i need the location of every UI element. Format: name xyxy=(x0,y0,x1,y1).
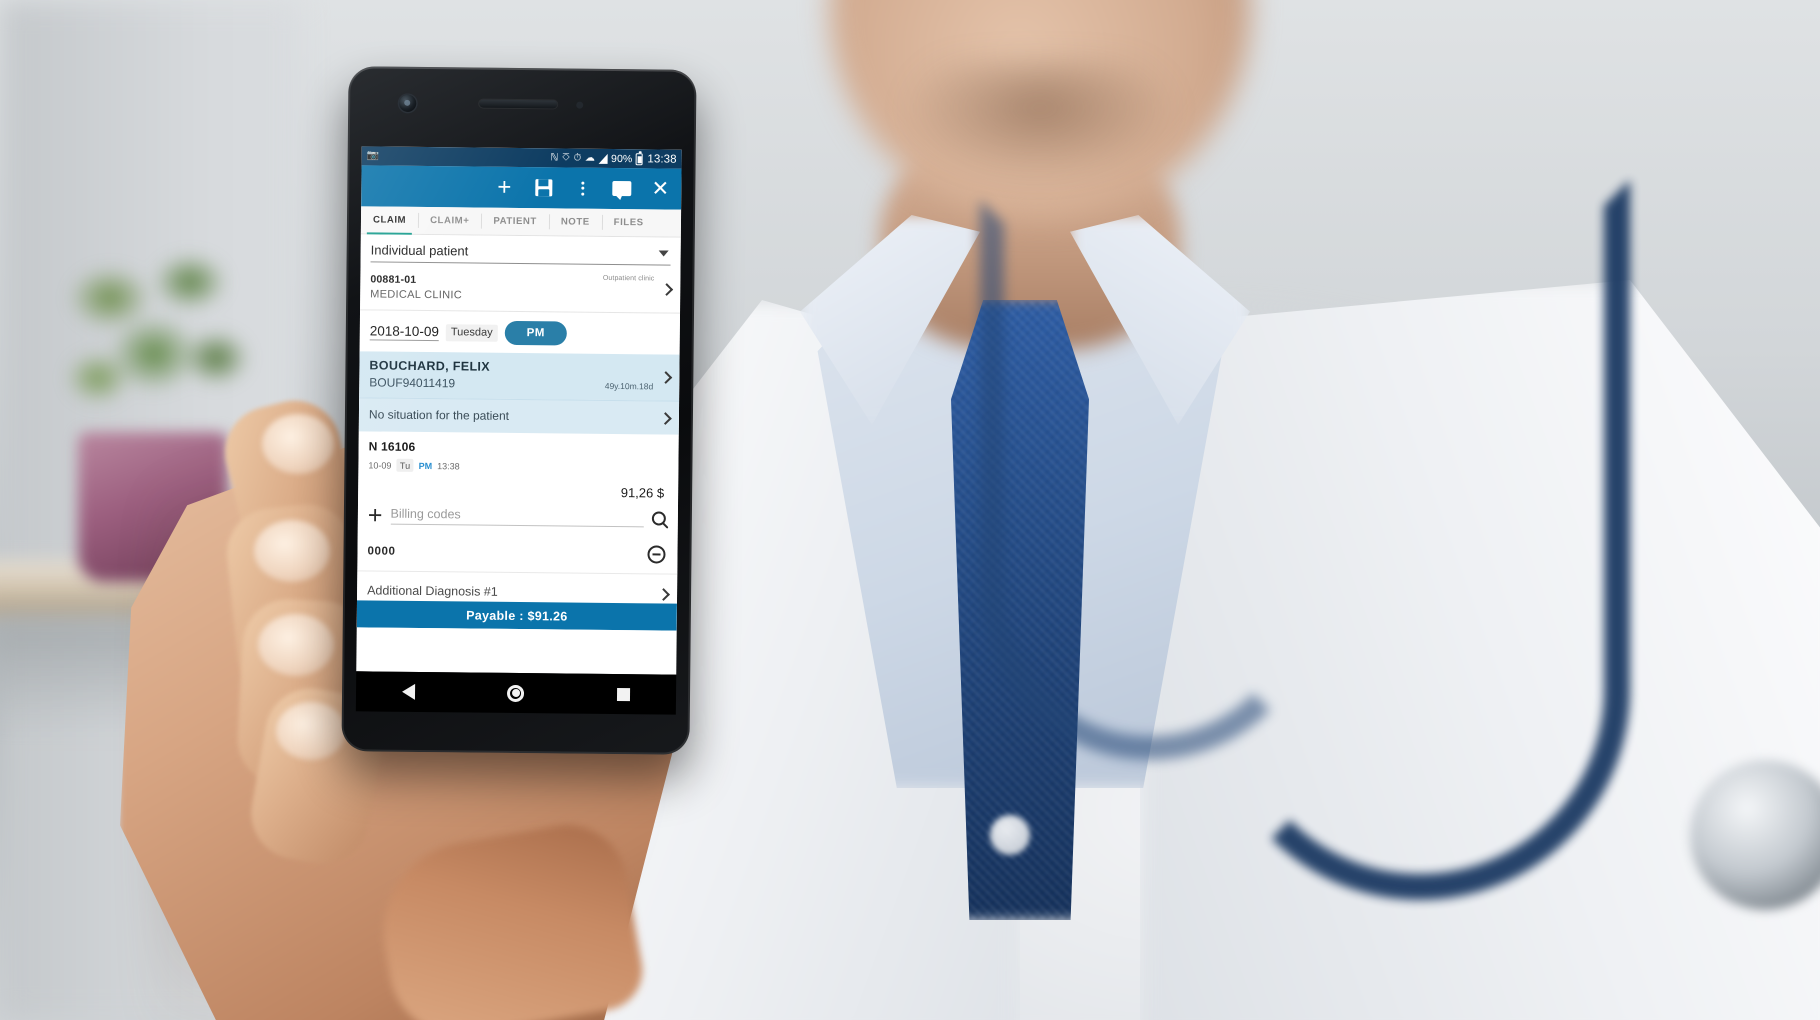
status-bar-left: 📷 xyxy=(366,149,551,163)
battery-percent: 90% xyxy=(610,152,633,165)
earpiece-speaker xyxy=(479,99,558,109)
home-button-icon[interactable] xyxy=(507,684,525,702)
close-icon: ✕ xyxy=(651,177,670,201)
wifi-icon: ☁ xyxy=(584,152,596,164)
add-billing-code-button[interactable]: + xyxy=(368,501,383,529)
billing-codes-input[interactable]: Billing codes xyxy=(390,506,644,528)
tab-claim[interactable]: CLAIM xyxy=(361,206,418,234)
tab-files[interactable]: FILES xyxy=(602,209,656,237)
coat-button xyxy=(990,815,1030,855)
clinic-name: MEDICAL CLINIC xyxy=(370,288,463,302)
plus-icon: + xyxy=(497,173,512,201)
save-button[interactable] xyxy=(532,177,554,199)
app-toolbar: + ✕ xyxy=(361,165,682,210)
claim-meta-period: PM xyxy=(418,460,433,471)
add-button[interactable]: + xyxy=(493,173,515,201)
claim-meta-date: 10-09 xyxy=(368,459,392,471)
chevron-down-icon xyxy=(658,249,669,257)
tab-claim-plus[interactable]: CLAIM+ xyxy=(418,207,482,235)
vibrate-icon: ⎏ xyxy=(561,151,571,164)
patient-row[interactable]: BOUCHARD, FELIX BOUF94011419 49y.10m.18d xyxy=(359,351,680,401)
tab-patient[interactable]: PATIENT xyxy=(481,208,549,236)
additional-diagnosis-label: Additional Diagnosis #1 xyxy=(367,583,498,599)
fingernail-index xyxy=(262,414,334,474)
clinic-row[interactable]: 00881-01 MEDICAL CLINIC Outpatient clini… xyxy=(360,262,681,314)
patient-type-dropdown[interactable]: Individual patient xyxy=(370,239,671,266)
payable-bar: Payable : $91.26 xyxy=(356,600,677,631)
situation-row[interactable]: No situation for the patient xyxy=(358,397,680,435)
billing-codes-row: + Billing codes xyxy=(358,501,678,536)
remove-circle-icon[interactable] xyxy=(647,545,666,564)
tab-note[interactable]: NOTE xyxy=(549,208,602,236)
chat-button[interactable] xyxy=(610,177,632,199)
close-button[interactable]: ✕ xyxy=(649,177,671,201)
status-bar-right: ℕ ⎏ ⏱ ☁ 90% 13:38 xyxy=(550,152,676,165)
code-value: 0000 xyxy=(367,545,396,558)
signal-icon xyxy=(598,153,608,164)
claim-meta-time: 13:38 xyxy=(437,460,460,471)
search-icon[interactable] xyxy=(651,511,666,526)
code-row: 0000 xyxy=(357,533,678,575)
speech-bubble-icon xyxy=(611,180,631,197)
doctor-chin-shadow xyxy=(900,60,1180,180)
date-field[interactable]: 2018-10-09 xyxy=(369,322,439,341)
period-toggle[interactable]: PM xyxy=(504,320,568,346)
weekday-label: Tuesday xyxy=(445,323,498,342)
claim-number: N 16106 xyxy=(368,439,416,454)
claim-meta: 10-09 Tu PM 13:38 xyxy=(368,458,668,474)
smartphone: 📷 ℕ ⎏ ⏱ ☁ 90% 13:38 + ✕ CLAIM CLAIM+ PAT… xyxy=(341,66,697,755)
back-button-icon[interactable] xyxy=(402,683,416,700)
recents-button-icon[interactable] xyxy=(616,687,630,701)
fingernail-little xyxy=(276,702,346,760)
nfc-icon: ℕ xyxy=(550,151,559,163)
clinic-type-label: Outpatient clinic xyxy=(602,274,655,283)
alarm-icon: ⏱ xyxy=(573,152,582,164)
screenshot-icon: 📷 xyxy=(366,149,380,162)
phone-screen: 📷 ℕ ⎏ ⏱ ☁ 90% 13:38 + ✕ CLAIM CLAIM+ PAT… xyxy=(356,146,682,675)
scene-root: 📷 ℕ ⎏ ⏱ ☁ 90% 13:38 + ✕ CLAIM CLAIM+ PAT… xyxy=(0,0,1820,1020)
chevron-right-icon-situation[interactable] xyxy=(659,411,672,425)
android-nav-bar xyxy=(355,671,677,715)
status-bar-clock: 13:38 xyxy=(647,152,677,166)
patient-age: 49y.10m.18d xyxy=(604,380,654,392)
fingernail-middle xyxy=(254,520,330,582)
patient-type-value: Individual patient xyxy=(370,242,469,259)
proximity-sensor-icon xyxy=(576,101,584,109)
stethoscope-cord xyxy=(1210,180,1630,900)
claim-form: Individual patient 00881-01 MEDICAL CLIN… xyxy=(356,234,681,631)
chevron-right-icon-diagnosis[interactable] xyxy=(657,587,670,601)
battery-icon xyxy=(635,152,643,165)
three-dots-icon xyxy=(580,181,584,196)
tab-bar: CLAIM CLAIM+ PATIENT NOTE FILES xyxy=(360,206,682,238)
fingernail-ring xyxy=(258,614,334,676)
overflow-menu-button[interactable] xyxy=(571,177,593,199)
save-icon xyxy=(534,179,552,197)
front-camera-lens xyxy=(404,99,411,106)
claim-amount: 91,26 $ xyxy=(620,485,665,501)
claim-meta-weekday: Tu xyxy=(396,458,414,472)
date-row: 2018-10-09 Tuesday PM xyxy=(360,310,680,354)
claim-row: N 16106 10-09 Tu PM 13:38 xyxy=(358,431,678,479)
patient-name: BOUCHARD, FELIX xyxy=(369,358,491,374)
situation-text: No situation for the patient xyxy=(368,407,510,423)
